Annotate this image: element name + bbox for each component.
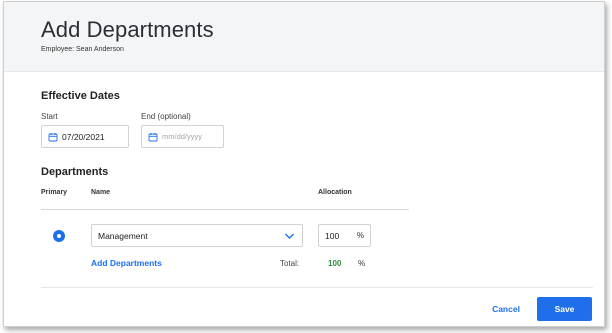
- end-date-label: End (optional): [141, 112, 191, 121]
- total-label: Total:: [280, 259, 300, 268]
- employee-name: Employee: Sean Anderson: [41, 46, 124, 53]
- dialog-header: Add Departments Employee: Sean Anderson: [4, 2, 604, 72]
- departments-heading: Departments: [41, 166, 109, 178]
- end-date-placeholder: mm/dd/yyyy: [162, 132, 203, 141]
- department-select-value: Management: [98, 230, 148, 241]
- total-unit: %: [358, 259, 366, 268]
- column-header-name: Name: [91, 189, 111, 196]
- calendar-icon: [48, 132, 58, 142]
- end-date-field[interactable]: mm/dd/yyyy: [141, 125, 224, 148]
- cancel-button[interactable]: Cancel: [485, 299, 527, 319]
- effective-dates-heading: Effective Dates: [41, 90, 120, 102]
- footer-divider: [41, 287, 593, 288]
- dialog-title: Add Departments: [41, 17, 214, 42]
- start-date-value: 07/20/2021: [62, 131, 105, 142]
- start-date-field[interactable]: 07/20/2021: [41, 125, 129, 148]
- save-button[interactable]: Save: [537, 297, 592, 321]
- primary-radio[interactable]: [53, 230, 65, 242]
- start-date-label: Start: [41, 112, 58, 121]
- table-header-divider: [41, 209, 409, 210]
- total-value: 100: [328, 259, 342, 268]
- department-select[interactable]: Management: [91, 224, 303, 247]
- allocation-input[interactable]: 100 %: [318, 224, 371, 247]
- calendar-icon: [148, 132, 158, 142]
- add-departments-link[interactable]: Add Departments: [91, 258, 162, 268]
- column-header-primary: Primary: [41, 189, 68, 196]
- allocation-value: 100: [325, 230, 340, 241]
- chevron-down-icon: [284, 232, 295, 240]
- add-departments-dialog: Add Departments Employee: Sean Anderson …: [3, 1, 605, 327]
- allocation-unit: %: [356, 231, 364, 240]
- column-header-allocation: Allocation: [318, 189, 352, 196]
